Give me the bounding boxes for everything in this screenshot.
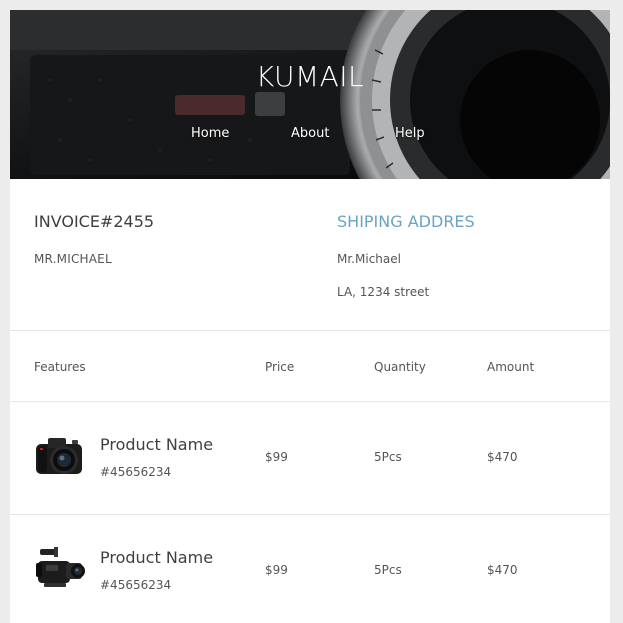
product-quantity: 5Pcs [374, 563, 402, 577]
brand-title: KUMAIL [255, 60, 365, 93]
shipping-address-title: SHIPING ADDRES [337, 212, 475, 231]
product-amount: $470 [487, 563, 518, 577]
product-price: $99 [265, 450, 288, 464]
header-features: Features [34, 360, 86, 374]
table-row: Product Name #45656234 $99 5Pcs $470 [10, 402, 610, 515]
header-banner: KUMAIL Home About Help [10, 10, 610, 179]
invoice-card: KUMAIL Home About Help INVOICE#2455 MR.M… [10, 10, 610, 623]
product-price: $99 [265, 563, 288, 577]
product-sku: #45656234 [100, 465, 172, 479]
product-name: Product Name [100, 435, 214, 454]
table-row: Product Name #45656234 $99 5Pcs $470 [10, 515, 610, 623]
header-quantity: Quantity [374, 360, 426, 374]
nav-help-link[interactable]: Help [395, 126, 425, 141]
customer-name: MR.MICHAEL [34, 252, 112, 266]
nav-about-link[interactable]: About [291, 126, 329, 141]
main-nav: Home About Help [10, 126, 610, 146]
invoice-info-section: INVOICE#2455 MR.MICHAEL SHIPING ADDRES M… [10, 179, 610, 331]
header-price: Price [265, 360, 295, 374]
dslr-camera-icon [36, 438, 82, 474]
header-amount: Amount [487, 360, 535, 374]
shipping-street: LA, 1234 street [337, 285, 430, 299]
video-camera-icon [36, 547, 85, 587]
product-amount: $470 [487, 450, 518, 464]
camera-background-image [10, 10, 610, 179]
product-quantity: 5Pcs [374, 450, 402, 464]
nav-home-link[interactable]: Home [191, 126, 229, 141]
product-name: Product Name [100, 548, 214, 567]
table-header: Features Price Quantity Amount [10, 331, 610, 402]
shipping-name: Mr.Michael [337, 252, 401, 266]
invoice-number: INVOICE#2455 [34, 212, 155, 231]
product-sku: #45656234 [100, 578, 172, 592]
